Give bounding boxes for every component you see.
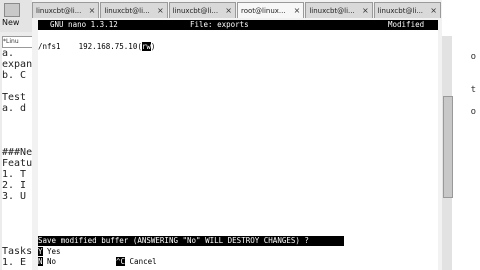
cancel-label: Cancel bbox=[129, 257, 157, 266]
editor-toolbar: New bbox=[0, 0, 36, 32]
file-line-text: /nfs1 192.168.75.10( bbox=[38, 42, 142, 51]
terminal-window: linuxcbt@li... × linuxcbt@li... × linuxcbt@l… bbox=[32, 0, 442, 270]
nano-modified-state: Modified bbox=[388, 20, 425, 29]
nano-version: GNU nano 1.3.12 bbox=[50, 20, 118, 29]
terminal-tab-label: linuxcbt@li... bbox=[36, 7, 82, 15]
option-no[interactable]: N No ^C Cancel bbox=[38, 257, 438, 267]
editor-text-line bbox=[2, 136, 36, 147]
editor-text-line: Test bbox=[2, 92, 27, 103]
editor-scrollbar[interactable] bbox=[441, 36, 453, 270]
editor-right-line bbox=[471, 74, 476, 85]
editor-text-line bbox=[2, 213, 36, 224]
prompt-cursor bbox=[338, 236, 344, 246]
editor-text-line bbox=[2, 114, 36, 125]
terminal-tab-label: linuxcbt@li... bbox=[172, 7, 219, 15]
editor-right-line: t bbox=[470, 85, 476, 95]
close-tab-icon[interactable]: × bbox=[430, 3, 437, 18]
editor-text-line: Tasks bbox=[2, 246, 33, 257]
new-button-label[interactable]: New bbox=[2, 18, 19, 27]
editor-text-line bbox=[2, 125, 36, 136]
file-line-end: ) bbox=[150, 42, 156, 51]
editor-text-line: a. d bbox=[2, 103, 27, 114]
nano-save-prompt: Save modified buffer (ANSWERING "No" WIL… bbox=[38, 236, 338, 246]
editor-right-line: o bbox=[470, 107, 476, 117]
terminal-tab[interactable]: linuxcbt@li... × bbox=[32, 2, 100, 18]
editor-text-line: ###Ne bbox=[2, 147, 33, 158]
editor-right-line bbox=[471, 63, 476, 74]
close-tab-icon[interactable]: × bbox=[294, 3, 301, 18]
new-document-icon[interactable] bbox=[4, 3, 20, 17]
terminal-tab-label: root@linux... bbox=[240, 7, 286, 15]
terminal-tab[interactable]: linuxcbt@li... × bbox=[373, 2, 441, 18]
close-tab-icon[interactable]: × bbox=[362, 3, 369, 18]
file-content-line: /nfs1 192.168.75.10(rw) bbox=[38, 42, 438, 52]
terminal-tab[interactable]: root@linux... × bbox=[236, 2, 305, 18]
editor-text-line: a. bbox=[2, 48, 15, 59]
editor-text-line: expan bbox=[2, 59, 33, 70]
terminal-tab[interactable]: linuxcbt@li... × bbox=[100, 2, 168, 18]
editor-text-line: 1. T bbox=[2, 169, 27, 180]
close-tab-icon[interactable]: × bbox=[157, 3, 164, 18]
terminal-tab[interactable]: linuxcbt@li... × bbox=[305, 2, 373, 18]
option-cancel[interactable]: ^C Cancel bbox=[116, 257, 157, 267]
terminal-tab[interactable]: linuxcbt@li... × bbox=[168, 2, 236, 18]
terminal-tab-bar: linuxcbt@li... × linuxcbt@li... × linuxcbt@l… bbox=[32, 2, 442, 18]
editor-text-line: 2. I bbox=[2, 180, 27, 191]
editor-right-line bbox=[471, 96, 476, 107]
close-tab-icon[interactable]: × bbox=[225, 3, 232, 18]
terminal-tab-label: linuxcbt@li... bbox=[377, 7, 424, 15]
editor-text-line: 1. E bbox=[2, 257, 27, 268]
nano-title-bar: GNU nano 1.3.12 File: exports Modified bbox=[38, 20, 438, 30]
editor-text-line: 3. U bbox=[2, 191, 27, 202]
option-yes[interactable]: Y Yes bbox=[38, 247, 438, 257]
cancel-key: ^C bbox=[116, 257, 126, 266]
text-cursor-selection: rw bbox=[141, 42, 151, 51]
editor-right-text: o t o bbox=[471, 52, 476, 118]
editor-right-line: o bbox=[470, 52, 476, 62]
editor-scrollbar-thumb[interactable] bbox=[443, 96, 453, 198]
editor-tab-label: *Linu bbox=[3, 38, 19, 45]
terminal-tab-label: linuxcbt@li... bbox=[309, 7, 355, 15]
editor-text-line bbox=[2, 224, 36, 235]
yes-label: Yes bbox=[47, 247, 61, 256]
editor-text-area[interactable]: a. expan b. C Test a. d ###Ne Featu 1. T 2. I 3. … bbox=[2, 48, 36, 270]
terminal-screen[interactable]: GNU nano 1.3.12 File: exports Modified /… bbox=[38, 20, 438, 270]
editor-text-line: Featu bbox=[2, 158, 33, 169]
terminal-tab-label: linuxcbt@li... bbox=[104, 7, 150, 15]
close-tab-icon[interactable]: × bbox=[89, 3, 96, 18]
editor-text-line bbox=[2, 235, 36, 246]
editor-text-line bbox=[2, 202, 36, 213]
editor-text-line bbox=[2, 81, 36, 92]
nano-file-name: File: exports bbox=[190, 20, 249, 29]
no-label: No bbox=[47, 257, 57, 266]
editor-text-line: b. C bbox=[2, 70, 27, 81]
